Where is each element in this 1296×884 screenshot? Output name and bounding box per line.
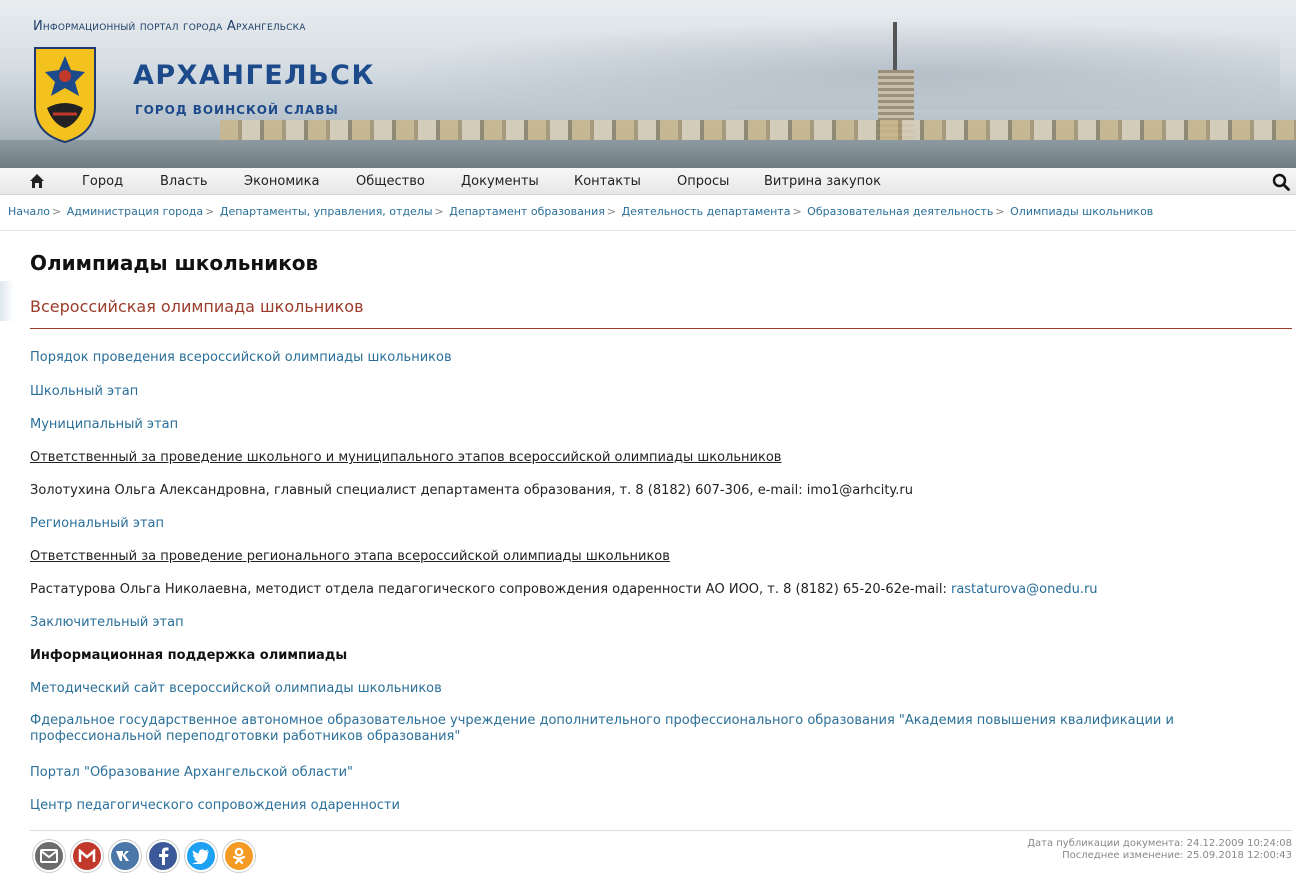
email-share-icon[interactable] [33, 840, 65, 872]
city-name: АРХАНГЕЛЬСК [133, 60, 376, 91]
responsible-regional-contact-text: Растатурова Ольга Николаевна, методист о… [30, 582, 951, 597]
breadcrumb-separator: > [52, 205, 62, 218]
breadcrumb-item[interactable]: Образовательная деятельность [807, 205, 993, 218]
responsible-regional-contact: Растатурова Ольга Николаевна, методист о… [30, 582, 1098, 597]
breadcrumb-separator: > [205, 205, 215, 218]
twitter-share-icon[interactable] [185, 840, 217, 872]
main-nav: Город Власть Экономика Общество Документ… [0, 168, 1296, 195]
breadcrumb-item[interactable]: Департамент образования [449, 205, 605, 218]
city-subtitle: ГОРОД ВОИНСКОЙ СЛАВЫ [135, 103, 339, 117]
breadcrumb-item[interactable]: Начало [8, 205, 50, 218]
footer-divider [30, 830, 1292, 831]
nav-item-society[interactable]: Общество [356, 174, 425, 189]
link-school-stage[interactable]: Школьный этап [30, 384, 138, 399]
portal-title[interactable]: Информационный портал города Архангельск… [33, 19, 306, 34]
publication-info: Дата публикации документа: 24.12.2009 10… [1027, 838, 1292, 862]
gmail-share-icon[interactable] [71, 840, 103, 872]
breadcrumb-item[interactable]: Деятельность департамента [622, 205, 791, 218]
nav-item-city[interactable]: Город [82, 174, 123, 189]
link-methodical-site[interactable]: Методический сайт всероссийской олимпиад… [30, 681, 442, 696]
link-regional-stage[interactable]: Региональный этап [30, 516, 164, 531]
section-divider [30, 328, 1292, 329]
modified-date: Последнее изменение: 25.09.2018 12:00:43 [1062, 850, 1292, 861]
nav-item-documents[interactable]: Документы [461, 174, 539, 189]
vk-share-icon[interactable] [109, 840, 141, 872]
banner-cityscape [220, 120, 1296, 142]
breadcrumb-current[interactable]: Олимпиады школьников [1010, 205, 1153, 218]
breadcrumb-separator: > [606, 205, 617, 218]
page-title: Олимпиады школьников [30, 251, 319, 275]
search-icon[interactable] [1272, 173, 1290, 191]
link-academy[interactable]: Фдеральное государственное автономное об… [30, 713, 1270, 745]
email-link[interactable]: rastaturova@onedu.ru [951, 582, 1098, 597]
nav-item-economy[interactable]: Экономика [244, 174, 319, 189]
nav-item-polls[interactable]: Опросы [677, 174, 729, 189]
breadcrumb-item[interactable]: Департаменты, управления, отделы [220, 205, 433, 218]
breadcrumb-separator: > [792, 205, 802, 218]
info-support-heading: Информационная поддержка олимпиады [30, 648, 348, 663]
breadcrumb: Начало > Администрация города > Департамен… [8, 205, 1153, 218]
link-education-portal[interactable]: Портал "Образование Архангельской област… [30, 765, 353, 780]
published-date: Дата публикации документа: 24.12.2009 10… [1027, 838, 1292, 849]
breadcrumb-separator: > [995, 205, 1005, 218]
facebook-share-icon[interactable] [147, 840, 179, 872]
responsible-regional-heading: Ответственный за проведение региональног… [30, 549, 670, 564]
nav-item-contacts[interactable]: Контакты [574, 174, 641, 189]
responsible-municipal-heading: Ответственный за проведение школьного и … [30, 450, 782, 465]
left-accent [0, 281, 14, 321]
breadcrumb-item[interactable]: Администрация города [67, 205, 203, 218]
link-procedure[interactable]: Порядок проведения всероссийской олимпиа… [30, 350, 452, 365]
section-title: Всероссийская олимпиада школьников [30, 297, 364, 316]
link-giftedness-center[interactable]: Центр педагогического сопровождения одар… [30, 798, 400, 813]
odnoklassniki-share-icon[interactable] [223, 840, 255, 872]
responsible-municipal-contact: Золотухина Ольга Александровна, главный … [30, 483, 913, 498]
link-final-stage[interactable]: Заключительный этап [30, 615, 184, 630]
breadcrumb-separator: > [434, 205, 444, 218]
banner-spire [893, 22, 897, 72]
nav-item-government[interactable]: Власть [160, 174, 208, 189]
link-municipal-stage[interactable]: Муниципальный этап [30, 417, 178, 432]
nav-item-procurement[interactable]: Витрина закупок [764, 174, 881, 189]
social-share-bar [33, 840, 255, 872]
city-crest-icon[interactable] [33, 46, 97, 144]
home-icon[interactable] [29, 173, 45, 189]
banner-sky [380, 20, 1280, 110]
banner-water [0, 140, 1296, 168]
breadcrumb-divider [0, 230, 1296, 231]
